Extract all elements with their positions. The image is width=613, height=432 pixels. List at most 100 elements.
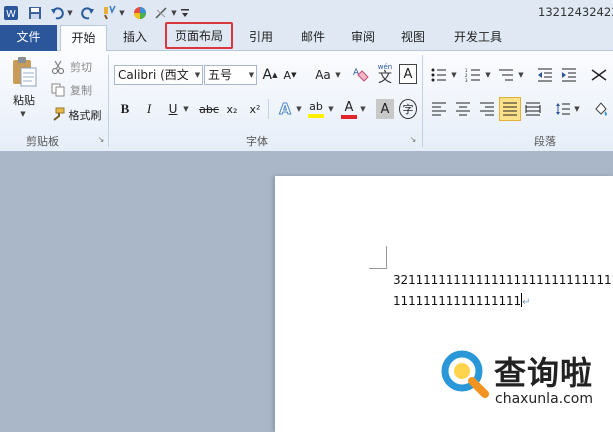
group-separator — [108, 55, 109, 147]
watermark-logo-icon — [440, 349, 490, 399]
color-wheel-icon[interactable] — [132, 4, 148, 21]
font-color-label: A — [344, 99, 354, 115]
save-icon[interactable] — [27, 4, 43, 21]
highlight-label: ab — [309, 100, 323, 113]
clipboard-dialog-launcher-icon[interactable]: ↘ — [96, 134, 106, 144]
highlight-dropdown-icon[interactable]: ▼ — [327, 100, 335, 118]
italic-button[interactable]: I — [140, 99, 158, 119]
undo-icon[interactable] — [49, 4, 65, 21]
document-line-1[interactable]: 321111111111111111111111111111111 — [393, 273, 613, 287]
multilevel-list-icon[interactable] — [497, 65, 515, 85]
document-line-2-text: 11111111111111111 — [393, 294, 522, 308]
font-size-value: 五号 — [208, 68, 233, 82]
ribbon-tab-row: 文件 开始 插入 页面布局 引用 邮件 审阅 视图 开发工具 — [0, 22, 613, 52]
tab-view[interactable]: 视图 — [390, 25, 436, 51]
bold-button[interactable]: B — [116, 99, 134, 119]
font-family-dropdown-icon[interactable]: ▼ — [193, 66, 202, 84]
phonetic-guide-button[interactable]: wén 文 — [374, 63, 396, 85]
font-color-dropdown-icon[interactable]: ▼ — [359, 100, 367, 118]
font-family-value: Calibri (西文 — [118, 68, 189, 82]
chinese-layout-icon[interactable] — [589, 65, 609, 85]
superscript-button[interactable]: x² — [246, 99, 264, 119]
watermark-brand: 查询啦 — [494, 354, 594, 392]
change-case-button[interactable]: Aa — [311, 65, 335, 85]
font-size-dropdown-icon[interactable]: ▼ — [247, 66, 256, 84]
draw-shape-icon[interactable] — [153, 4, 169, 21]
tab-references[interactable]: 引用 — [238, 25, 284, 51]
grow-font-button[interactable]: A ▲ — [261, 65, 279, 85]
font-color-button[interactable]: A — [340, 97, 358, 121]
increase-indent-icon[interactable] — [560, 65, 578, 85]
clipboard-group-label: 剪贴板 — [26, 135, 59, 148]
ribbon: 粘贴 ▼ 剪切 复制 格式刷 剪贴板 ↘ Calibri (西文 ▼ 五号 ▼ … — [0, 51, 613, 151]
group-separator-2 — [422, 55, 423, 147]
bullets-dropdown-icon[interactable]: ▼ — [450, 66, 458, 84]
quick-dropdown-icon[interactable]: ▼ — [118, 4, 126, 21]
tab-page-layout[interactable]: 页面布局 — [165, 22, 233, 49]
justify-icon[interactable] — [499, 97, 521, 121]
document-line-2[interactable]: 11111111111111111↵ — [393, 293, 530, 308]
title-bar: W ▼ ▼ ▼ 13212432423 — [0, 0, 613, 25]
align-right-icon[interactable] — [478, 99, 496, 119]
font-group-label: 字体 — [246, 135, 268, 148]
window-title: 13212432423 — [538, 5, 613, 19]
margin-corner-mark — [369, 246, 387, 269]
tab-insert[interactable]: 插入 — [110, 25, 160, 51]
customize-quick-access-icon[interactable] — [180, 4, 190, 21]
clear-formatting-icon[interactable]: A — [352, 63, 370, 85]
tab-developer[interactable]: 开发工具 — [443, 25, 513, 51]
undo-dropdown-icon[interactable]: ▼ — [66, 4, 74, 21]
cut-icon[interactable] — [50, 59, 66, 75]
shrink-font-label: A — [283, 68, 292, 82]
font-family-select[interactable]: Calibri (西文 — [114, 65, 203, 85]
paste-dropdown-icon[interactable]: ▼ — [18, 109, 28, 119]
document-page[interactable]: 32111111111111111111111111111 1111 111111… — [275, 176, 613, 432]
watermark-url: chaxunla.com — [495, 391, 593, 407]
tab-mailings[interactable]: 邮件 — [290, 25, 336, 51]
underline-dropdown-icon[interactable]: ▼ — [182, 100, 190, 118]
strikethrough-button[interactable]: abc — [196, 99, 222, 119]
copy-button[interactable]: 复制 — [66, 81, 96, 98]
paste-icon[interactable] — [8, 55, 40, 89]
word-app-icon[interactable]: W — [2, 4, 19, 21]
bullets-icon[interactable] — [430, 65, 448, 85]
distributed-align-icon[interactable] — [524, 99, 542, 119]
font-dialog-launcher-icon[interactable]: ↘ — [408, 134, 418, 144]
tab-home[interactable]: 开始 — [60, 25, 107, 52]
shading-icon[interactable] — [592, 99, 610, 119]
paste-button[interactable]: 粘贴 — [8, 92, 40, 108]
format-painter-icon[interactable] — [49, 106, 65, 122]
decrease-indent-icon[interactable] — [536, 65, 554, 85]
paragraph-mark-icon: ↵ — [522, 297, 531, 308]
svg-text:3: 3 — [465, 78, 468, 82]
numbering-dropdown-icon[interactable]: ▼ — [484, 66, 492, 84]
subscript-button[interactable]: x₂ — [223, 99, 241, 119]
align-center-icon[interactable] — [454, 99, 472, 119]
tab-review[interactable]: 审阅 — [340, 25, 386, 51]
format-painter-button[interactable]: 格式刷 — [65, 106, 105, 123]
redo-icon[interactable] — [80, 4, 96, 21]
text-effect-dropdown-icon[interactable]: ▼ — [295, 100, 303, 118]
cut-button[interactable]: 剪切 — [66, 58, 96, 75]
shrink-font-button[interactable]: A ▼ — [281, 65, 299, 85]
numbering-icon[interactable]: 123 — [464, 65, 482, 85]
align-left-icon[interactable] — [430, 99, 448, 119]
quick-dropdown-icon-2[interactable]: ▼ — [170, 4, 178, 21]
line-spacing-dropdown-icon[interactable]: ▼ — [573, 100, 581, 118]
char-border-button[interactable]: A — [399, 64, 417, 84]
char-shading-button[interactable]: A — [376, 99, 394, 119]
line-spacing-icon[interactable] — [554, 99, 572, 119]
multilevel-dropdown-icon[interactable]: ▼ — [517, 66, 525, 84]
text-effect-button[interactable]: A — [276, 98, 294, 120]
change-case-dropdown-icon[interactable]: ▼ — [334, 66, 342, 84]
highlight-button[interactable]: ab — [306, 97, 326, 121]
enclose-characters-button[interactable]: 字 — [399, 99, 417, 119]
paragraph-group-label: 段落 — [534, 135, 556, 148]
format-painter-quick-icon[interactable] — [101, 4, 117, 21]
svg-text:W: W — [6, 9, 16, 20]
grow-font-label: A — [262, 67, 273, 83]
tab-file[interactable]: 文件 — [0, 25, 57, 51]
copy-icon[interactable] — [50, 82, 66, 98]
underline-button[interactable]: U — [164, 99, 182, 119]
font-row-separator — [268, 99, 269, 119]
